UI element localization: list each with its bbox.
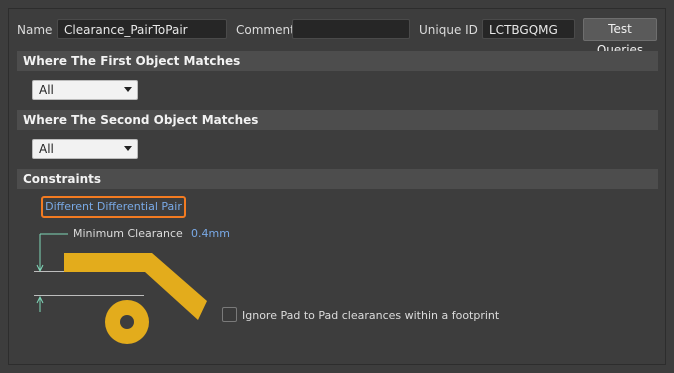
second-object-section-header: Where The Second Object Matches bbox=[17, 110, 658, 130]
comment-field[interactable] bbox=[292, 19, 410, 39]
reference-lines bbox=[34, 271, 144, 296]
dimension-guides bbox=[36, 233, 68, 312]
constraint-mode-link[interactable]: Different Differential Pair bbox=[41, 196, 186, 218]
first-object-select-value: All bbox=[39, 83, 54, 97]
test-queries-button[interactable]: Test Queries bbox=[583, 18, 657, 57]
chevron-down-icon bbox=[124, 146, 132, 151]
clearance-diagram bbox=[34, 233, 207, 344]
pad-hole bbox=[120, 315, 134, 329]
comment-label: Comment bbox=[236, 23, 295, 37]
ignore-pad-checkbox[interactable] bbox=[222, 307, 237, 322]
name-field[interactable]: Clearance_PairToPair bbox=[57, 19, 227, 39]
unique-id-field[interactable]: LCTBGQMG bbox=[482, 19, 575, 39]
unique-id-label: Unique ID bbox=[419, 23, 478, 37]
second-object-select-value: All bbox=[39, 142, 54, 156]
second-object-select[interactable]: All bbox=[32, 139, 138, 159]
chevron-down-icon bbox=[124, 87, 132, 92]
ignore-pad-label: Ignore Pad to Pad clearances within a fo… bbox=[242, 309, 500, 322]
constraints-section-header: Constraints bbox=[17, 169, 658, 189]
first-object-select[interactable]: All bbox=[32, 80, 138, 100]
name-label: Name bbox=[17, 23, 53, 37]
first-object-section-header: Where The First Object Matches bbox=[17, 51, 658, 71]
